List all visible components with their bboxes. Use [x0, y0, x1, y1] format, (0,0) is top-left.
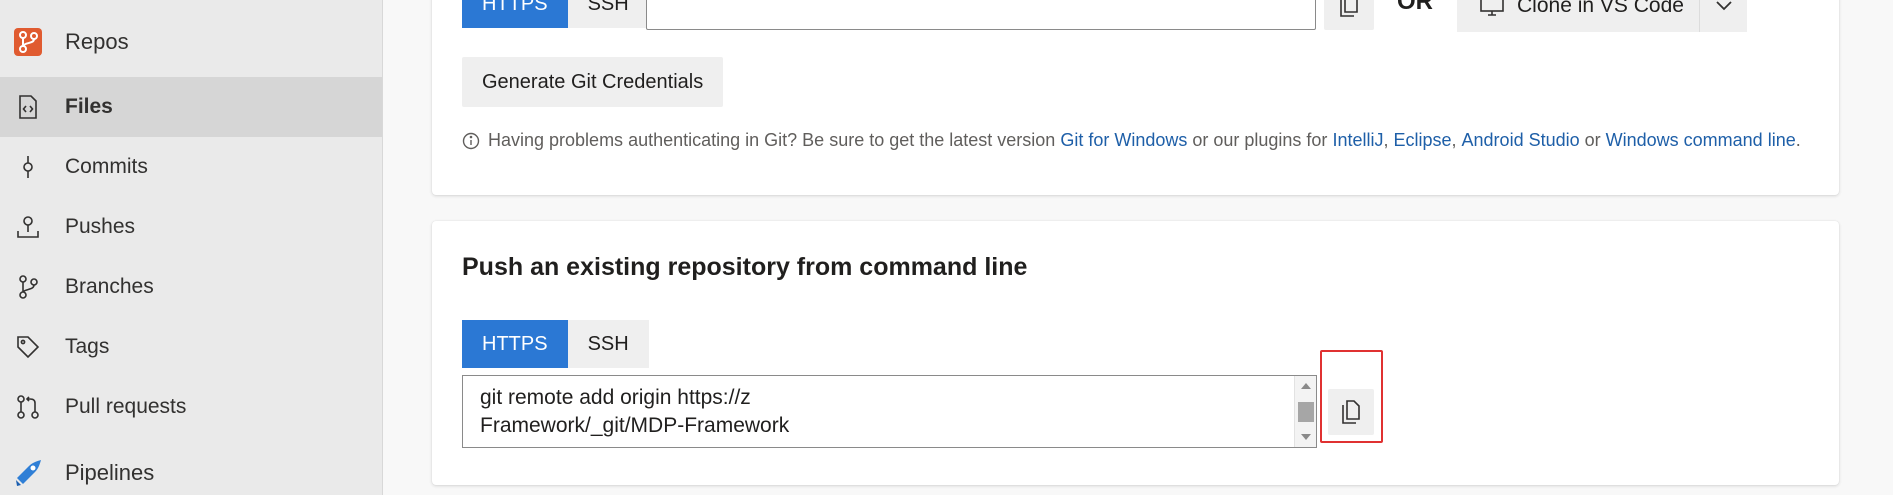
- sidebar-item-branches[interactable]: Branches: [0, 257, 382, 317]
- tab-ssh[interactable]: SSH: [567, 320, 649, 368]
- help-text: or our plugins for: [1187, 130, 1333, 150]
- sidebar-item-label: Repos: [65, 29, 129, 54]
- branch-icon: [12, 271, 44, 303]
- push-section-title: Push an existing repository from command…: [462, 253, 1028, 281]
- help-text: or: [1579, 130, 1606, 150]
- sidebar-item-label: Commits: [65, 155, 148, 178]
- sidebar-item-label: Pull requests: [65, 395, 187, 418]
- tab-ssh[interactable]: SSH: [567, 0, 649, 28]
- textarea-scrollbar[interactable]: [1294, 376, 1316, 447]
- clone-card: HTTPS SSH OR Clone in VS Code Generate G…: [432, 0, 1839, 195]
- intellij-link[interactable]: IntelliJ: [1332, 130, 1383, 151]
- clone-in-vs-code-button[interactable]: Clone in VS Code: [1457, 0, 1699, 32]
- help-text: ,: [1383, 130, 1394, 150]
- sidebar-item-repos[interactable]: Repos: [0, 12, 382, 72]
- sidebar-item-label: Files: [65, 95, 113, 118]
- sidebar-item-files[interactable]: Files: [0, 77, 382, 137]
- push-card: Push an existing repository from command…: [432, 221, 1839, 485]
- push-icon: [12, 211, 44, 243]
- or-label: OR: [1397, 0, 1433, 15]
- android-studio-link[interactable]: Android Studio: [1462, 130, 1580, 151]
- push-protocol-tabs: HTTPS SSH: [462, 320, 649, 368]
- eclipse-link[interactable]: Eclipse: [1393, 130, 1451, 151]
- windows-command-line-link[interactable]: Windows command line: [1606, 130, 1796, 151]
- scrollbar-thumb[interactable]: [1298, 402, 1314, 422]
- command-line: git remote add origin https://z: [480, 386, 751, 409]
- sidebar-item-pipelines[interactable]: Pipelines: [0, 443, 382, 495]
- chevron-down-icon: [1715, 1, 1732, 11]
- file-code-icon: [12, 91, 44, 123]
- git-for-windows-link[interactable]: Git for Windows: [1060, 130, 1187, 151]
- copy-icon: [1340, 0, 1358, 17]
- auth-help-text: Having problems authenticating in Git? B…: [462, 130, 1801, 151]
- copy-clone-url-button[interactable]: [1324, 0, 1374, 30]
- clone-in-vs-code-label: Clone in VS Code: [1517, 0, 1684, 17]
- pull-request-icon: [12, 391, 44, 423]
- monitor-icon: [1480, 0, 1504, 16]
- clone-protocol-tabs: HTTPS SSH: [462, 0, 649, 28]
- sidebar-item-pull-requests[interactable]: Pull requests: [0, 377, 382, 437]
- command-line: Framework/_git/MDP-Framework: [480, 414, 790, 437]
- help-text: .: [1795, 130, 1801, 150]
- sidebar-item-label: Pushes: [65, 215, 136, 238]
- scroll-up-icon: [1301, 383, 1311, 389]
- scroll-down-icon: [1301, 434, 1311, 440]
- help-text: Having problems authenticating in Git? B…: [488, 130, 1061, 150]
- sidebar-item-tags[interactable]: Tags: [0, 317, 382, 377]
- sidebar-item-pushes[interactable]: Pushes: [0, 197, 382, 257]
- sidebar-item-label: Tags: [65, 335, 110, 358]
- sidebar-item-label: Pipelines: [65, 460, 155, 485]
- repos-icon: [12, 26, 44, 58]
- push-command-textarea[interactable]: git remote add origin https://z Framewor…: [462, 375, 1317, 448]
- clone-options-dropdown[interactable]: [1699, 0, 1747, 32]
- highlight-box: [1320, 350, 1383, 443]
- sidebar-item-commits[interactable]: Commits: [0, 137, 382, 197]
- tab-https[interactable]: HTTPS: [462, 320, 568, 368]
- generate-git-credentials-button[interactable]: Generate Git Credentials: [462, 57, 724, 107]
- commit-icon: [12, 151, 44, 183]
- info-icon: [462, 132, 480, 149]
- sidebar: Repos Files Commits Pushes Branches Tags…: [0, 0, 383, 495]
- help-text: ,: [1451, 130, 1462, 150]
- sidebar-item-label: Branches: [65, 275, 154, 298]
- pipelines-icon: [12, 457, 44, 489]
- clone-url-field[interactable]: [646, 0, 1316, 30]
- tab-https[interactable]: HTTPS: [462, 0, 568, 28]
- tag-icon: [12, 331, 44, 363]
